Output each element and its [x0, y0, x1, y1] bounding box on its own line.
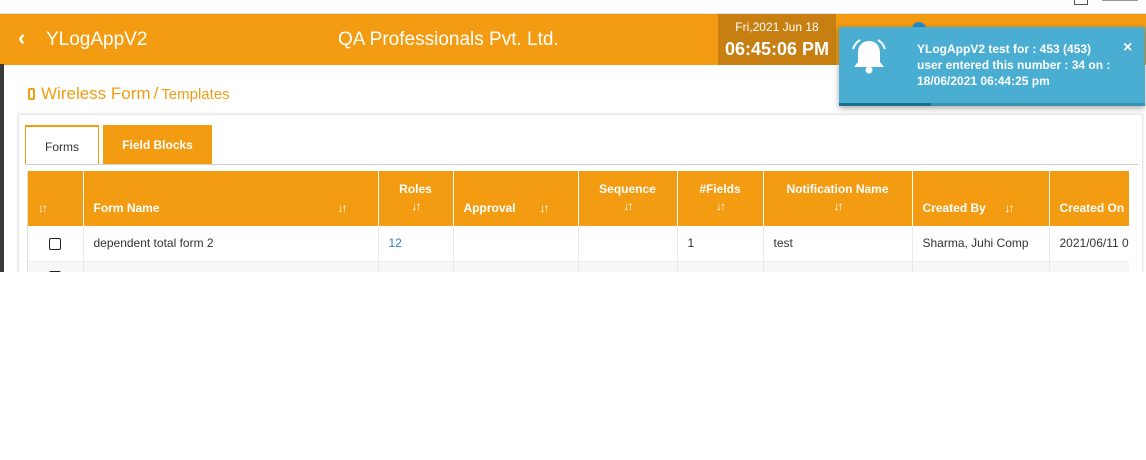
column-created-by[interactable]: Created By ↓↑	[912, 171, 1050, 226]
row-checkbox-cell	[28, 226, 84, 262]
toast-progress-fill	[839, 103, 931, 106]
column-roles[interactable]: Roles ↓↑	[378, 171, 454, 226]
breadcrumb-wireless-form[interactable]: Wireless Form	[41, 84, 151, 103]
chevron-left-icon[interactable]: ‹	[18, 25, 25, 51]
tab-forms[interactable]: Forms	[25, 125, 99, 165]
column-created-on[interactable]: Created On	[1049, 171, 1129, 226]
app-title[interactable]: YLogAppV2	[46, 28, 147, 52]
close-icon[interactable]: ×	[1123, 39, 1132, 57]
top-toolbar-strip	[0, 0, 1146, 14]
cell-roles	[378, 261, 454, 272]
breadcrumb: Wireless Form / Templates	[28, 84, 230, 104]
cell-form-name	[83, 261, 379, 272]
cell-notification	[763, 261, 913, 272]
cell-sequence	[578, 226, 678, 262]
table-header-row: ↓↑ Form Name ↓↑ Roles ↓↑ Approval ↓↑ Seq…	[28, 171, 1129, 226]
column-fields-label: #Fields	[699, 182, 741, 196]
toast-progress-bar	[839, 103, 1145, 106]
sort-icon[interactable]: ↓↑	[579, 198, 677, 215]
row-checkbox[interactable]	[49, 238, 62, 251]
cell-notification: test	[763, 226, 913, 262]
cell-approval	[453, 226, 579, 262]
forms-table: ↓↑ Form Name ↓↑ Roles ↓↑ Approval ↓↑ Seq…	[28, 171, 1129, 272]
window-icon	[1074, 0, 1088, 5]
toolbar-fragment	[1102, 0, 1138, 1]
column-approval-label: Approval	[463, 201, 516, 215]
column-form-name[interactable]: Form Name ↓↑	[83, 171, 379, 226]
cell-approval	[453, 261, 579, 272]
clock-time: 06:45:06 PM	[724, 39, 830, 59]
cell-form-name: dependent total form 2	[83, 226, 379, 262]
forms-table-wrapper[interactable]: ↓↑ Form Name ↓↑ Roles ↓↑ Approval ↓↑ Seq…	[27, 171, 1129, 272]
cell-fields	[677, 261, 764, 272]
column-approval[interactable]: Approval ↓↑	[453, 171, 579, 226]
column-sequence-label: Sequence	[599, 182, 656, 196]
left-sidebar-edge	[0, 64, 4, 272]
column-created-by-label: Created By	[922, 201, 986, 215]
cell-created-by	[912, 261, 1050, 272]
column-notification-label: Notification Name	[786, 182, 889, 196]
toast-message: YLogAppV2 test for : 453 (453) user ente…	[917, 42, 1111, 88]
viewport: ‹ YLogAppV2 QA Professionals Pvt. Ltd. F…	[0, 0, 1146, 460]
cell-created-on: 2021/06/11 0	[1049, 226, 1129, 262]
column-created-on-label: Created On	[1059, 201, 1125, 215]
breadcrumb-templates: Templates	[161, 86, 230, 103]
mobile-phone-icon	[28, 88, 35, 100]
column-fields[interactable]: #Fields ↓↑	[677, 171, 764, 226]
column-sequence[interactable]: Sequence ↓↑	[578, 171, 678, 226]
cell-created-by: Sharma, Juhi Comp	[912, 226, 1050, 262]
cell-sequence	[578, 261, 678, 272]
sort-icon[interactable]: ↓↑	[764, 198, 912, 215]
tab-field-blocks[interactable]: Field Blocks	[103, 125, 212, 165]
company-name: QA Professionals Pvt. Ltd.	[338, 29, 559, 50]
sort-icon[interactable]: ↓↑	[379, 198, 453, 215]
notification-toast[interactable]: YLogAppV2 test for : 453 (453) user ente…	[839, 27, 1145, 106]
sort-icon[interactable]: ↓↑	[678, 198, 763, 215]
sort-icon[interactable]: ↓↑	[338, 201, 348, 215]
select-column-header[interactable]: ↓↑	[28, 171, 84, 226]
cell-roles: 12	[378, 226, 454, 262]
table-row[interactable]: dependent total form 2 12 1 test Sharma,…	[28, 226, 1129, 262]
breadcrumb-separator: /	[153, 84, 159, 103]
row-checkbox[interactable]	[49, 270, 62, 272]
sort-icon[interactable]: ↓↑	[540, 201, 550, 215]
column-form-name-label: Form Name	[93, 201, 160, 215]
tab-divider	[25, 164, 1138, 165]
cell-fields: 1	[677, 226, 764, 262]
sort-icon[interactable]: ↓↑	[38, 201, 48, 215]
bell-icon	[852, 39, 886, 74]
roles-link[interactable]: 12	[389, 236, 402, 250]
clock-date: Fri,2021 Jun 18	[735, 20, 819, 34]
table-row[interactable]	[28, 261, 1129, 272]
row-checkbox-cell	[28, 261, 84, 272]
column-notification-name[interactable]: Notification Name ↓↑	[763, 171, 913, 226]
forms-panel: Forms Field Blocks ↓↑ Form Name ↓↑ Roles…	[18, 114, 1143, 272]
column-roles-label: Roles	[399, 182, 432, 196]
sort-icon[interactable]: ↓↑	[1005, 201, 1015, 215]
cell-created-on	[1049, 261, 1129, 272]
header-clock: Fri,2021 Jun 18 06:45:06 PM	[718, 14, 836, 65]
